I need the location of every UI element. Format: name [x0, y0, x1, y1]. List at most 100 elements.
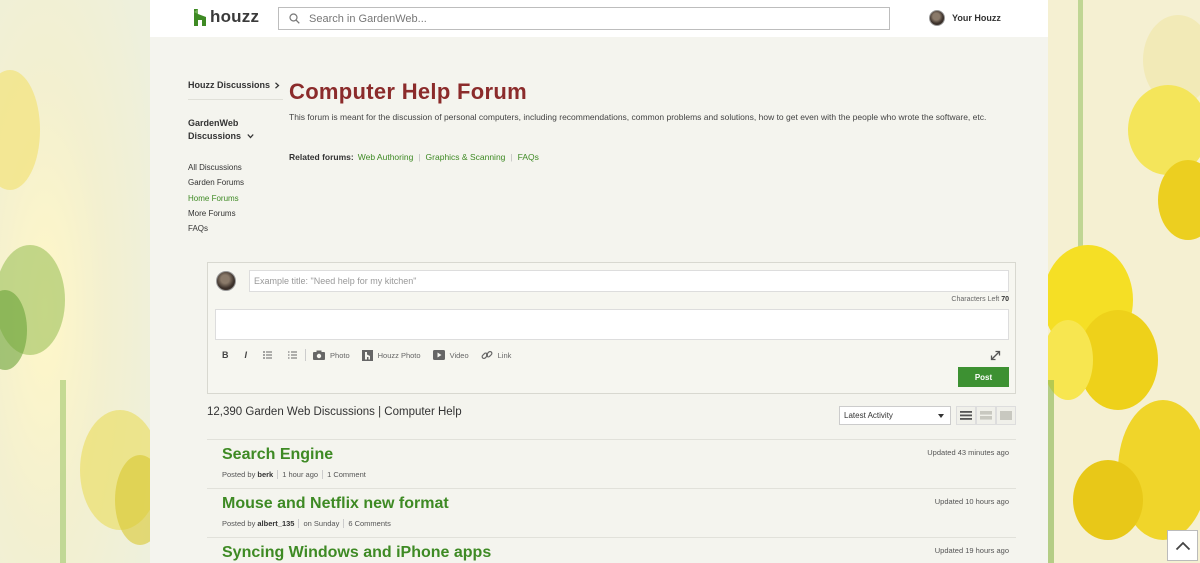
discussion-row: Mouse and Netflix new format Posted by a…: [207, 488, 1016, 537]
new-discussion-composer: Characters Left 70 B I Photo Houzz Photo…: [207, 262, 1016, 394]
discussion-title-input[interactable]: [249, 270, 1009, 292]
discussion-row: Syncing Windows and iPhone apps Updated …: [207, 537, 1016, 563]
toolbar-divider: [305, 349, 307, 361]
discussion-title[interactable]: Syncing Windows and iPhone apps: [222, 544, 491, 562]
search-input[interactable]: [309, 12, 869, 25]
your-houzz-menu[interactable]: Your Houzz: [929, 10, 1001, 26]
chevron-up-icon: [1175, 541, 1190, 550]
houzz-photo-button[interactable]: Houzz Photo: [361, 349, 421, 361]
related-forum-web-authoring[interactable]: Web Authoring: [358, 152, 414, 162]
view-toggle: [956, 406, 1016, 425]
discussion-count: 12,390 Garden Web Discussions | Computer…: [207, 406, 462, 418]
compact-view-button[interactable]: [976, 406, 996, 425]
sidebar-item-more-forums[interactable]: More Forums: [188, 206, 283, 221]
post-button[interactable]: Post: [958, 367, 1009, 387]
link-label: Link: [497, 350, 512, 360]
video-icon: [432, 350, 445, 360]
meta-divider: [322, 470, 324, 479]
composer-avatar: [216, 271, 236, 291]
numbered-list-icon: [288, 351, 298, 359]
camera-icon: [313, 350, 326, 360]
scroll-to-top-button[interactable]: [1167, 530, 1198, 561]
discussion-meta: Posted by albert_135 on Sunday 6 Comment…: [222, 519, 391, 528]
related-forum-faqs[interactable]: FAQs: [518, 152, 539, 162]
related-divider: |: [510, 152, 513, 162]
discussion-author[interactable]: berk: [257, 470, 273, 479]
bullet-list-icon: [263, 351, 273, 359]
houzz-photo-label: Houzz Photo: [377, 350, 421, 360]
link-icon: [481, 350, 493, 360]
related-forums-label: Related forums:: [289, 152, 354, 162]
photo-label: Photo: [330, 350, 350, 360]
bold-button[interactable]: B: [222, 350, 229, 360]
discussion-meta: Posted by berk 1 hour ago 1 Comment: [222, 470, 366, 479]
search-box[interactable]: [278, 7, 890, 30]
related-forum-graphics-scanning[interactable]: Graphics & Scanning: [426, 152, 506, 162]
discussion-updated: Updated 10 hours ago: [934, 497, 1009, 506]
expand-icon: [990, 350, 1001, 361]
characters-left: Characters Left 70: [951, 296, 1009, 303]
discussion-author[interactable]: albert_135: [257, 519, 294, 528]
sort-selected-value: Latest Activity: [844, 411, 893, 420]
chevron-down-icon: [246, 134, 254, 139]
sidebar-item-garden-forums[interactable]: Garden Forums: [188, 175, 283, 190]
dropdown-caret-icon: [938, 413, 944, 418]
discussion-row: Search Engine Posted by berk 1 hour ago …: [207, 439, 1016, 488]
card-view-icon: [1000, 411, 1012, 420]
bullet-list-button[interactable]: [263, 351, 273, 359]
sidebar-divider: [188, 99, 283, 100]
sidebar-item-home-forums[interactable]: Home Forums: [188, 191, 283, 206]
italic-button[interactable]: I: [245, 350, 248, 360]
forum-description: This forum is meant for the discussion o…: [289, 112, 987, 122]
compact-view-icon: [980, 411, 992, 420]
discussion-comments[interactable]: 1 Comment: [327, 470, 366, 479]
user-avatar: [929, 10, 945, 26]
houzz-logo[interactable]: houzz: [194, 7, 259, 27]
photo-button[interactable]: Photo: [313, 350, 350, 360]
discussion-updated: Updated 19 hours ago: [934, 546, 1009, 555]
top-header: houzz Your Houzz: [150, 0, 1048, 37]
houzz-discussions-link[interactable]: Houzz Discussions: [188, 80, 283, 90]
card-view-button[interactable]: [996, 406, 1016, 425]
discussion-time: on Sunday: [303, 519, 340, 528]
video-label: Video: [449, 350, 469, 360]
forum-title: Computer Help Forum: [289, 79, 527, 104]
chevron-right-icon: [275, 81, 280, 89]
meta-divider: [277, 470, 279, 479]
houzz-photo-icon: [361, 349, 373, 361]
gardenweb-discussions-toggle[interactable]: GardenWeb Discussions: [188, 117, 268, 143]
background-flowers-left: [0, 0, 150, 563]
discussion-updated: Updated 43 minutes ago: [927, 448, 1009, 457]
background-flowers-right: [1048, 0, 1200, 563]
related-forums: Related forums: Web Authoring | Graphics…: [289, 152, 539, 162]
characters-left-label: Characters Left: [951, 296, 1000, 303]
discussion-title[interactable]: Mouse and Netflix new format: [222, 495, 449, 513]
meta-divider: [298, 519, 300, 528]
houzz-logo-text: houzz: [210, 7, 260, 26]
discussion-time: 1 hour ago: [282, 470, 319, 479]
link-button[interactable]: Link: [481, 349, 512, 361]
numbered-list-button[interactable]: [288, 351, 298, 359]
composer-toolbar: B I Photo Houzz Photo Video Link: [222, 349, 523, 361]
left-sidebar: Houzz Discussions GardenWeb Discussions …: [188, 80, 283, 236]
meta-divider: [343, 519, 345, 528]
sidebar-item-faqs[interactable]: FAQs: [188, 221, 283, 236]
posted-by-label: Posted by: [222, 470, 256, 479]
discussion-comments[interactable]: 6 Comments: [348, 519, 391, 528]
gardenweb-discussions-label: GardenWeb Discussions: [188, 118, 242, 141]
video-button[interactable]: Video: [432, 350, 469, 360]
sidebar-item-all-discussions[interactable]: All Discussions: [188, 160, 283, 175]
houzz-discussions-label: Houzz Discussions: [188, 80, 271, 90]
discussion-title[interactable]: Search Engine: [222, 446, 333, 464]
list-view-button[interactable]: [956, 406, 976, 425]
houzz-logo-icon: [194, 8, 206, 26]
search-icon: [279, 13, 309, 24]
posted-by-label: Posted by: [222, 519, 256, 528]
sort-dropdown[interactable]: Latest Activity: [839, 406, 951, 425]
expand-button[interactable]: [990, 348, 1001, 366]
list-view-icon: [960, 411, 972, 420]
your-houzz-label: Your Houzz: [952, 13, 1001, 23]
discussion-body-input[interactable]: [215, 309, 1009, 340]
related-divider: |: [418, 152, 421, 162]
sidebar-nav-list: All Discussions Garden Forums Home Forum…: [188, 160, 283, 236]
